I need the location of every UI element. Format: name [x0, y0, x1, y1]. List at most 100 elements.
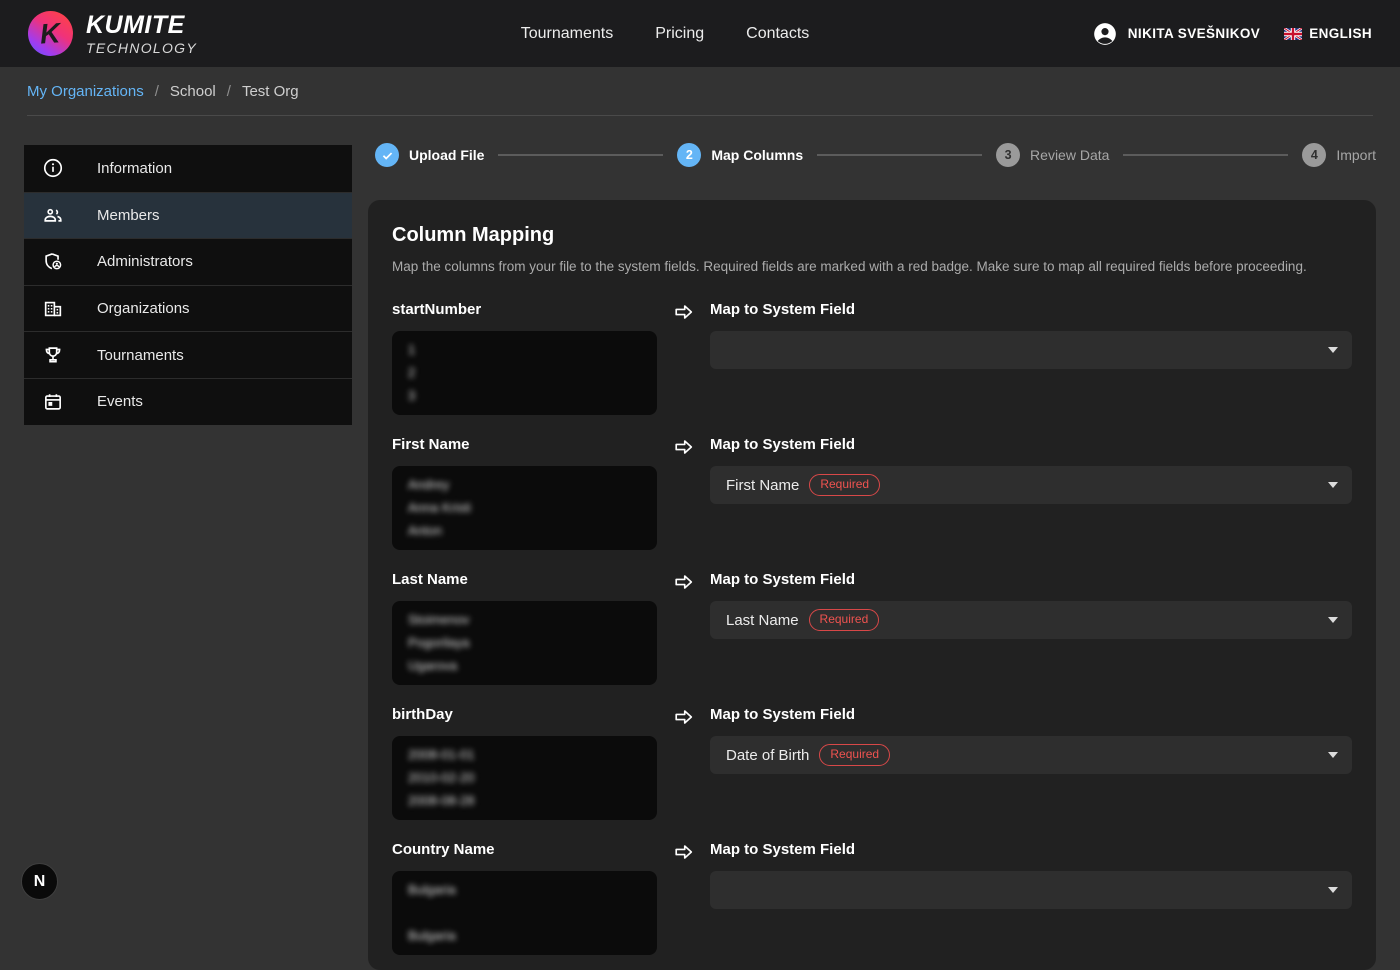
sample-value-blurred: 2010-02-20 [408, 769, 475, 787]
breadcrumb: My Organizations/School/Test Org [0, 67, 1400, 115]
chevron-down-icon [1328, 887, 1338, 893]
step-number-text: 3 [1005, 148, 1012, 162]
sample-value-blurred: Pogorilaya [408, 634, 469, 652]
sidebar: Information Members Administrators Organiza… [24, 145, 352, 425]
step-number: 4 [1302, 143, 1326, 167]
source-column-name: Last Name [392, 571, 657, 589]
breadcrumb-separator: / [155, 83, 159, 100]
step-import[interactable]: 4Import [1302, 143, 1376, 167]
required-badge: Required [809, 609, 880, 630]
step-label: Upload File [409, 147, 484, 163]
map-to-system-field-label: Map to System Field [710, 706, 1352, 724]
sample-value-blurred: 1 [408, 341, 415, 359]
nextjs-dev-badge[interactable]: N [21, 863, 58, 900]
brand-name: KUMITE [86, 13, 197, 38]
sidebar-item-organizations[interactable]: Organizations [24, 285, 352, 332]
step-upload-file[interactable]: Upload File [375, 143, 484, 167]
sidebar-item-administrators[interactable]: Administrators [24, 238, 352, 285]
arrow-right-icon [657, 571, 710, 685]
sidebar-item-information[interactable]: Information [24, 145, 352, 192]
arrow-right-icon [657, 706, 710, 820]
source-column: Country NameBulgariaBulgaria [392, 841, 657, 955]
mapping-row: birthDay2008-01-012010-02-202008-08-28Ma… [392, 706, 1352, 820]
avatar-icon[interactable] [1092, 21, 1118, 47]
map-to-system-field-label: Map to System Field [710, 571, 1352, 589]
main-nav: Tournaments Pricing Contacts [521, 25, 810, 43]
language-selector[interactable]: ENGLISH [1284, 26, 1372, 41]
mapping-row: startNumber123Map to System Field [392, 301, 1352, 415]
column-mapping-panel: Column Mapping Map the columns from your… [368, 200, 1376, 970]
mapping-row: First Name Andrey Anna Kristi Anton Map to S… [392, 436, 1352, 550]
chevron-down-icon [1328, 617, 1338, 623]
events-icon [42, 391, 64, 413]
target-field: Map to System Field Last Name Required [710, 571, 1352, 685]
system-field-select[interactable] [710, 871, 1352, 909]
mapping-row: Last NameStoimenovPogorilayaUgarovaMap t… [392, 571, 1352, 685]
language-label: ENGLISH [1309, 26, 1372, 41]
system-field-select[interactable] [710, 331, 1352, 369]
step-number-text: 4 [1311, 148, 1318, 162]
arrow-right-icon [657, 841, 710, 955]
sample-values-box: 123 [392, 331, 657, 415]
nav-link-pricing[interactable]: Pricing [655, 25, 704, 43]
sample-values-box: 2008-01-012010-02-202008-08-28 [392, 736, 657, 820]
selected-field-value: First Name [726, 477, 799, 494]
sample-value-blurred: 2 [408, 364, 415, 382]
chevron-down-icon [1328, 482, 1338, 488]
sample-value-blurred: Bulgaria [408, 927, 456, 945]
sidebar-item-events[interactable]: Events [24, 378, 352, 425]
map-to-system-field-label: Map to System Field [710, 436, 1352, 454]
chevron-down-icon [1328, 347, 1338, 353]
members-icon [42, 204, 64, 226]
organizations-icon [42, 298, 64, 320]
nav-link-contacts[interactable]: Contacts [746, 25, 809, 43]
step-number: 3 [996, 143, 1020, 167]
source-column: Last NameStoimenovPogorilayaUgarova [392, 571, 657, 685]
mapping-row: Country NameBulgariaBulgariaMap to Syste… [392, 841, 1352, 955]
sample-value-blurred: Anna Kristi [408, 499, 471, 517]
brand-logo[interactable]: K KUMITE TECHNOLOGY [28, 11, 197, 56]
required-badge: Required [819, 744, 890, 765]
sample-value-blurred: Stoimenov [408, 611, 469, 629]
sidebar-item-label: Organizations [97, 300, 190, 317]
target-field: Map to System Field Date of Birth Required [710, 706, 1352, 820]
sidebar-item-tournaments[interactable]: Tournaments [24, 331, 352, 378]
sample-values-box: Andrey Anna Kristi Anton [392, 466, 657, 550]
user-name[interactable]: NIKITA SVEŠNIKOV [1128, 26, 1260, 41]
target-field: Map to System Field [710, 301, 1352, 415]
sidebar-item-members[interactable]: Members [24, 192, 352, 239]
stepper: Upload File 2 Map Columns 3Review Data 4Impo… [375, 143, 1376, 167]
step-number: 2 [677, 143, 701, 167]
breadcrumb-link[interactable]: My Organizations [27, 83, 144, 100]
sidebar-item-label: Members [97, 207, 160, 224]
map-to-system-field-label: Map to System Field [710, 301, 1352, 319]
sample-value-blurred: Anton [408, 522, 442, 540]
sidebar-item-label: Events [97, 393, 143, 410]
nav-link-tournaments[interactable]: Tournaments [521, 25, 614, 43]
step-map-columns[interactable]: 2 Map Columns [677, 143, 803, 167]
step-label: Map Columns [711, 147, 803, 163]
system-field-select[interactable]: Last Name Required [710, 601, 1352, 639]
selected-field-value: Date of Birth [726, 747, 809, 764]
mapping-rows: startNumber123Map to System FieldFirst N… [392, 301, 1352, 955]
sample-value-blurred: 2008-01-01 [408, 746, 475, 764]
step-review-data[interactable]: 3Review Data [996, 143, 1109, 167]
brand-subtitle: TECHNOLOGY [86, 41, 197, 55]
sample-value-blurred: Bulgaria [408, 881, 456, 899]
breadcrumb-divider [27, 115, 1373, 116]
system-field-select[interactable]: First NameRequired [710, 466, 1352, 504]
sample-value-blurred: Andrey [408, 476, 449, 494]
source-column-name: First Name [392, 436, 657, 454]
source-column: birthDay2008-01-012010-02-202008-08-28 [392, 706, 657, 820]
selected-field-value: Last Name [726, 612, 799, 629]
system-field-select[interactable]: Date of Birth Required [710, 736, 1352, 774]
map-to-system-field-label: Map to System Field [710, 841, 1352, 859]
stepper-connector [498, 154, 663, 156]
page-title: Column Mapping [392, 224, 1352, 247]
source-column-name: birthDay [392, 706, 657, 724]
stepper-connector [817, 154, 982, 156]
breadcrumb-separator: / [227, 83, 231, 100]
source-column: First Name Andrey Anna Kristi Anton [392, 436, 657, 550]
target-field: Map to System Field [710, 841, 1352, 955]
chevron-down-icon [1328, 752, 1338, 758]
